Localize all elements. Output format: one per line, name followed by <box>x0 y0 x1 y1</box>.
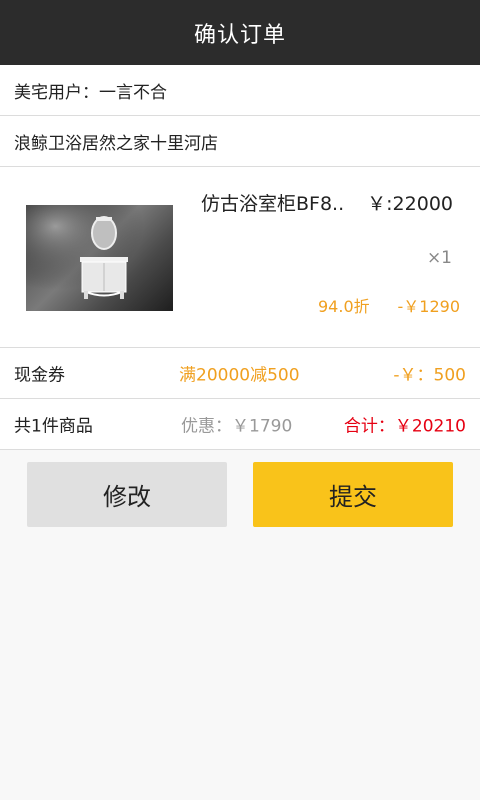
product-price: ￥:22000 <box>367 193 453 215</box>
product-name: 仿古浴室柜BF8.. <box>201 193 345 215</box>
product-image[interactable] <box>26 205 173 311</box>
coupon-amount: -￥：500 <box>393 365 466 386</box>
vanity-cabinet-icon <box>26 205 173 311</box>
coupon-rule: 满20000减500 <box>179 365 300 386</box>
product-discount-amount: -￥1290 <box>397 297 461 316</box>
edit-button[interactable]: 修改 <box>27 462 227 527</box>
total-sum: 合计：￥20210 <box>343 416 466 437</box>
store-name: 浪鲸卫浴居然之家十里河店 <box>14 133 218 154</box>
user-label: 美宅用户： <box>14 82 99 103</box>
product-item[interactable]: 仿古浴室柜BF8.. ￥:22000 ×1 94.0折 -￥1290 <box>0 167 480 348</box>
coupon-row[interactable]: 现金券 满20000减500 -￥：500 <box>0 348 480 399</box>
total-row: 共1件商品 优惠：￥1790 合计：￥20210 <box>0 399 480 450</box>
store-row[interactable]: 浪鲸卫浴居然之家十里河店 <box>0 116 480 167</box>
product-quantity: ×1 <box>426 248 452 268</box>
user-name: 一言不合 <box>99 82 167 103</box>
submit-button[interactable]: 提交 <box>253 462 453 527</box>
header-bar: 确认订单 <box>0 0 480 65</box>
total-saving: 优惠：￥1790 <box>181 416 293 437</box>
coupon-label: 现金券 <box>14 365 65 386</box>
page-title: 确认订单 <box>193 22 286 48</box>
item-count: 共1件商品 <box>14 416 93 437</box>
product-discount-rate: 94.0折 <box>318 297 370 316</box>
user-row: 美宅用户： 一言不合 <box>0 65 480 116</box>
action-bar: 修改 提交 <box>0 450 480 527</box>
